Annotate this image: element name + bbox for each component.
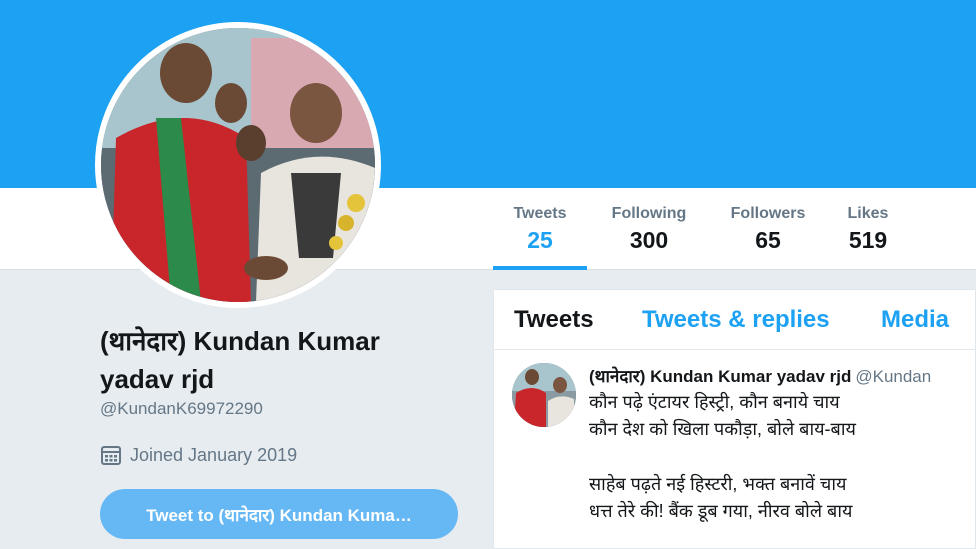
stat-followers-value: 65 — [755, 227, 781, 253]
calendar-icon — [100, 444, 122, 466]
timeline-tabs: Tweets Tweets & replies Media — [494, 290, 975, 350]
tweet-item[interactable]: (थानेदार) Kundan Kumar yadav rjd @Kundan … — [494, 351, 975, 548]
stat-tweets-label: Tweets — [513, 205, 567, 222]
stat-following-value: 300 — [629, 227, 669, 253]
tweet-line: कौन पढ़े एंटायर हिस्ट्री, कौन बनाये चाय — [589, 392, 840, 412]
stat-likes-label: Likes — [847, 205, 889, 222]
tweet-author-avatar[interactable] — [512, 363, 576, 427]
stat-likes[interactable]: Likes 519 — [840, 205, 896, 254]
profile-display-name: (थानेदार) Kundan Kumar yadav rjd — [100, 326, 380, 394]
stat-likes-value: 519 — [848, 227, 888, 253]
tweet-line-gap — [589, 443, 856, 471]
tweet-line: साहेब पढ़ते नई हिस्टरी, भक्त बनावें चाय — [589, 474, 847, 494]
stat-following-label: Following — [611, 205, 687, 222]
tweet-header: (थानेदार) Kundan Kumar yadav rjd @Kundan — [589, 364, 931, 387]
profile-avatar[interactable] — [95, 22, 381, 308]
tweet-author-handle[interactable]: @Kundan — [855, 367, 931, 386]
tweet-author-name[interactable]: (थानेदार) Kundan Kumar yadav rjd — [589, 367, 851, 386]
tab-tweets-and-replies[interactable]: Tweets & replies — [642, 306, 830, 334]
stat-followers[interactable]: Followers 65 — [724, 205, 812, 254]
tab-media[interactable]: Media — [881, 306, 949, 334]
tweet-line: कौन देश को खिला पकौड़ा, बोले बाय-बाय — [589, 419, 856, 439]
stat-following[interactable]: Following 300 — [603, 205, 695, 254]
tweet-line: धत्त तेरे की! बैंक डूब गया, नीरव बोले बा… — [589, 501, 853, 521]
tweet-avatar-photo — [512, 363, 576, 427]
joined-date-text: Joined January 2019 — [130, 444, 298, 465]
profile-handle[interactable]: @KundanK69972290 — [100, 399, 263, 419]
stat-active-indicator — [493, 266, 587, 270]
tweet-to-button[interactable]: Tweet to (थानेदार) Kundan Kuma… — [100, 489, 458, 539]
stat-tweets[interactable]: Tweets 25 — [493, 205, 587, 254]
timeline-panel: Tweets Tweets & replies Media (थानेदार) … — [493, 289, 976, 549]
joined-date-row: Joined January 2019 — [100, 444, 297, 466]
stat-followers-label: Followers — [730, 205, 806, 222]
tab-tweets[interactable]: Tweets — [514, 306, 594, 334]
stat-tweets-value: 25 — [527, 227, 553, 253]
tweet-text: कौन पढ़े एंटायर हिस्ट्री, कौन बनाये चाय … — [589, 389, 856, 525]
avatar-photo — [101, 28, 375, 302]
